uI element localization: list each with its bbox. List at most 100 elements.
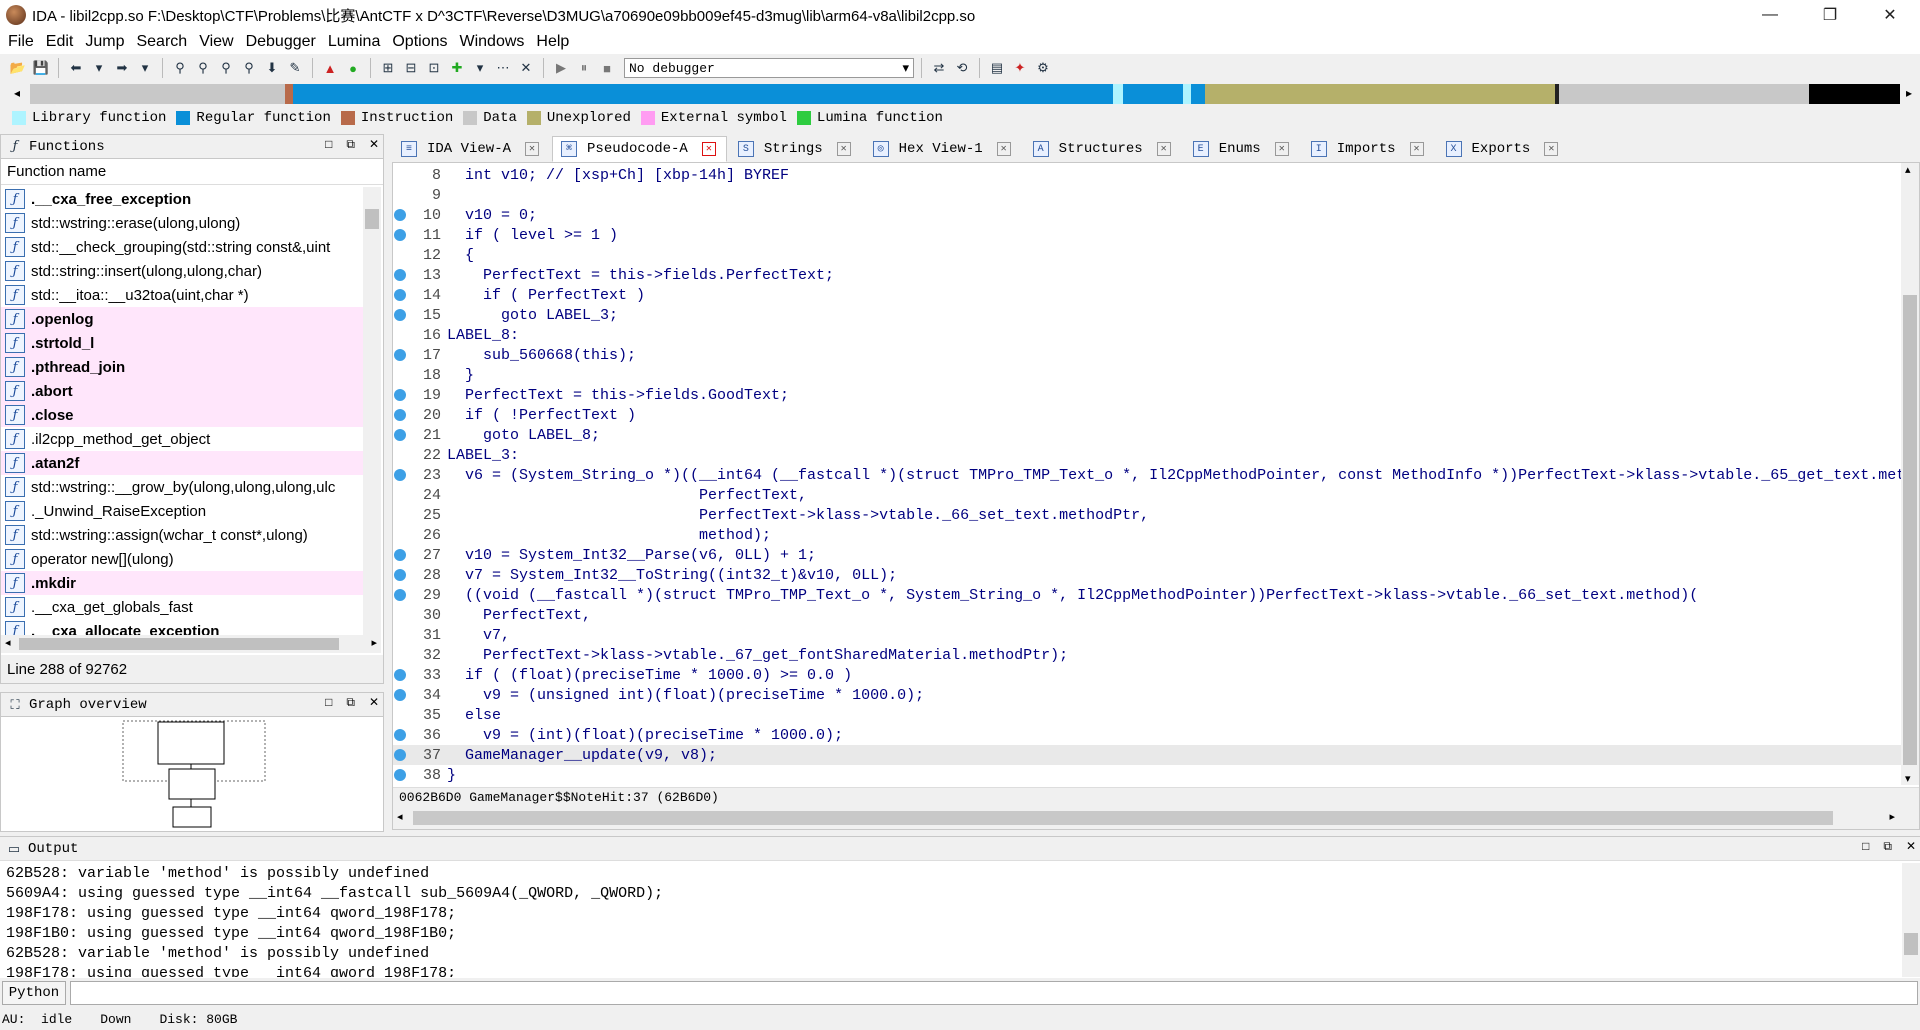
code-line[interactable]: 9: [393, 185, 1901, 205]
tab-structures[interactable]: A Structures ✕: [1024, 136, 1182, 162]
panel-minimize-icon[interactable]: □: [325, 695, 332, 710]
sync-icon[interactable]: ⟲: [952, 58, 972, 78]
menu-options[interactable]: Options: [388, 33, 455, 51]
function-list-item[interactable]: ƒ std::__itoa::__u32toa(uint,char *): [1, 283, 363, 307]
scroll-down-icon[interactable]: ▾: [1905, 772, 1911, 785]
menu-debugger[interactable]: Debugger: [242, 33, 324, 51]
function-list-item[interactable]: ƒ .__cxa_get_globals_fast: [1, 595, 363, 619]
scroll-left-icon[interactable]: ◂: [397, 810, 403, 823]
code-line[interactable]: 35 else: [393, 705, 1901, 725]
function-list-item[interactable]: ƒ .close: [1, 403, 363, 427]
code-line[interactable]: 30 PerfectText,: [393, 605, 1901, 625]
tab-close-icon[interactable]: ✕: [836, 142, 851, 156]
code-line[interactable]: 15 goto LABEL_3;: [393, 305, 1901, 325]
code-line[interactable]: 31 v7,: [393, 625, 1901, 645]
scroll-up-icon[interactable]: ▴: [1905, 163, 1911, 176]
breakpoint-dot-icon[interactable]: [393, 168, 407, 182]
breakpoint-dot-icon[interactable]: [394, 349, 406, 361]
breakpoint-dot-icon[interactable]: [394, 209, 406, 221]
breakpoint-dot-icon[interactable]: [393, 328, 407, 342]
pseudocode-hscrollbar[interactable]: ◂ ▸: [393, 807, 1919, 829]
code-line[interactable]: 37 GameManager__update(v9, v8);: [393, 745, 1901, 765]
function-list-item[interactable]: ƒ operator new[](ulong): [1, 547, 363, 571]
breakpoint-dot-icon[interactable]: [394, 729, 406, 741]
breakpoints-icon[interactable]: ▤: [987, 58, 1007, 78]
breakpoint-dot-icon[interactable]: [394, 389, 406, 401]
breakpoint-dot-icon[interactable]: [394, 589, 406, 601]
panel-close-icon[interactable]: ✕: [1906, 839, 1916, 854]
breakpoint-dot-icon[interactable]: [393, 508, 407, 522]
panel-float-icon[interactable]: ⧉: [1883, 839, 1892, 854]
function-list-hscrollbar[interactable]: ◂ ▸: [1, 635, 381, 653]
code-line[interactable]: 32 PerfectText->klass->vtable._67_get_fo…: [393, 645, 1901, 665]
scroll-left-icon[interactable]: ◂: [5, 636, 11, 649]
minimize-button[interactable]: —: [1740, 0, 1800, 30]
tab-exports[interactable]: X Exports ✕: [1437, 136, 1570, 162]
close-button[interactable]: ✕: [1860, 0, 1920, 30]
function-list-item[interactable]: ƒ .strtold_l: [1, 331, 363, 355]
immediate-search-icon[interactable]: ⚲: [216, 58, 236, 78]
function-list-item[interactable]: ƒ .pthread_join: [1, 355, 363, 379]
menu-view[interactable]: View: [195, 33, 241, 51]
code-line[interactable]: 27 v10 = System_Int32__Parse(v6, 0LL) + …: [393, 545, 1901, 565]
debugger-select[interactable]: No debugger ▾: [624, 58, 914, 78]
panel-float-icon[interactable]: ⧉: [346, 137, 355, 152]
tab-close-icon[interactable]: ✕: [1409, 142, 1424, 156]
function-list-vscrollbar[interactable]: [363, 187, 381, 635]
graph-overview-canvas[interactable]: [1, 717, 383, 831]
code-line[interactable]: 36 v9 = (int)(float)(preciseTime * 1000.…: [393, 725, 1901, 745]
scroll-right-icon[interactable]: ▸: [1889, 810, 1895, 823]
panel-float-icon[interactable]: ⧉: [346, 695, 355, 710]
plugin-icon[interactable]: ✦: [1010, 58, 1030, 78]
code-line[interactable]: 8 int v10; // [xsp+Ch] [xbp-14h] BYREF: [393, 165, 1901, 185]
text-search-icon[interactable]: ⚲: [193, 58, 213, 78]
menu-search[interactable]: Search: [132, 33, 195, 51]
function-list-item[interactable]: ƒ std::wstring::assign(wchar_t const*,ulo…: [1, 523, 363, 547]
breakpoint-dot-icon[interactable]: [394, 569, 406, 581]
tab-close-icon[interactable]: ✕: [1274, 142, 1289, 156]
breakpoint-dot-icon[interactable]: [394, 469, 406, 481]
graph-green-icon[interactable]: ●: [343, 58, 363, 78]
function-list-item[interactable]: ƒ .atan2f: [1, 451, 363, 475]
code-line[interactable]: 20 if ( !PerfectText ): [393, 405, 1901, 425]
tab-close-icon[interactable]: ✕: [525, 142, 540, 156]
code-line[interactable]: 34 v9 = (unsigned int)(float)(preciseTim…: [393, 685, 1901, 705]
function-list-item[interactable]: ƒ .__cxa_allocate_exception: [1, 619, 363, 635]
code-line[interactable]: 21 goto LABEL_8;: [393, 425, 1901, 445]
menu-lumina[interactable]: Lumina: [324, 33, 388, 51]
tools-icon[interactable]: ⚙: [1033, 58, 1053, 78]
dropdown-icon[interactable]: ▾: [89, 58, 109, 78]
breakpoint-dot-icon[interactable]: [394, 669, 406, 681]
breakpoint-dot-icon[interactable]: [394, 749, 406, 761]
code-line[interactable]: 16 LABEL_8:: [393, 325, 1901, 345]
code-line[interactable]: 33 if ( (float)(preciseTime * 1000.0) >=…: [393, 665, 1901, 685]
function-list-item[interactable]: ƒ std::wstring::erase(ulong,ulong): [1, 211, 363, 235]
breakpoint-dot-icon[interactable]: [394, 309, 406, 321]
binary-search-icon[interactable]: ⚲: [170, 58, 190, 78]
code-line[interactable]: 13 PerfectText = this->fields.PerfectTex…: [393, 265, 1901, 285]
breakpoint-dot-icon[interactable]: [393, 708, 407, 722]
function-list-item[interactable]: ƒ .mkdir: [1, 571, 363, 595]
nav-right-arrow-icon[interactable]: ▸: [1906, 86, 1912, 100]
menu-jump[interactable]: Jump: [81, 33, 132, 51]
function-list-item[interactable]: ƒ std::string::insert(ulong,ulong,char): [1, 259, 363, 283]
code-line[interactable]: 23 v6 = (System_String_o *)((__int64 (__…: [393, 465, 1901, 485]
code-icon[interactable]: ⊞: [378, 58, 398, 78]
code-line[interactable]: 19 PerfectText = this->fields.GoodText;: [393, 385, 1901, 405]
breakpoint-dot-icon[interactable]: [393, 628, 407, 642]
panel-close-icon[interactable]: ✕: [369, 695, 379, 710]
tab-strings[interactable]: S Strings ✕: [729, 136, 862, 162]
data-icon[interactable]: ⊟: [401, 58, 421, 78]
breakpoint-dot-icon[interactable]: [394, 229, 406, 241]
dropdown-icon[interactable]: ▾: [135, 58, 155, 78]
menu-edit[interactable]: Edit: [42, 33, 82, 51]
code-line[interactable]: 22 LABEL_3:: [393, 445, 1901, 465]
nav-left-arrow-icon[interactable]: ◂: [14, 86, 20, 100]
back-arrow-icon[interactable]: ⬅: [66, 58, 86, 78]
pause-icon[interactable]: ⏸: [574, 58, 594, 78]
breakpoint-dot-icon[interactable]: [394, 689, 406, 701]
play-icon[interactable]: ▶: [551, 58, 571, 78]
code-line[interactable]: 26 method);: [393, 525, 1901, 545]
undefine-icon[interactable]: ✕: [516, 58, 536, 78]
code-line[interactable]: 14 if ( PerfectText ): [393, 285, 1901, 305]
